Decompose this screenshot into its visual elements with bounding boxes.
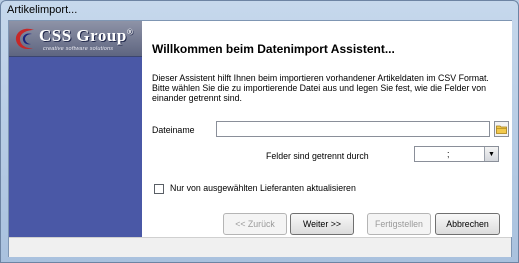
logo-wordmark: CSS Group® bbox=[39, 26, 134, 45]
title-bar[interactable]: Artikelimport... bbox=[1, 1, 518, 20]
wizard-content: Willkommen beim Datenimport Assistent...… bbox=[142, 21, 512, 237]
supplier-filter-label[interactable]: Nur von ausgewählten Lieferanten aktuali… bbox=[170, 183, 356, 193]
cancel-button[interactable]: Abbrechen bbox=[435, 213, 500, 235]
back-button[interactable]: << Zurück bbox=[223, 213, 287, 235]
window-title: Artikelimport... bbox=[7, 4, 78, 16]
css-group-logo: CSS Group® creative software solutions bbox=[9, 21, 142, 57]
separator-value: ; bbox=[447, 149, 450, 159]
finish-button[interactable]: Fertigstellen bbox=[367, 213, 431, 235]
separator-dropdown[interactable]: ; ▼ bbox=[414, 146, 499, 162]
folder-icon[interactable] bbox=[494, 121, 509, 137]
chevron-down-icon[interactable]: ▼ bbox=[484, 147, 498, 161]
wizard-side-panel: CSS Group® creative software solutions bbox=[9, 21, 142, 237]
filename-input[interactable] bbox=[216, 121, 490, 137]
next-button[interactable]: Weiter >> bbox=[290, 213, 354, 235]
css-group-logo-icon bbox=[15, 28, 34, 50]
wizard-heading: Willkommen beim Datenimport Assistent... bbox=[152, 42, 395, 56]
button-bar bbox=[9, 237, 511, 257]
import-wizard-window: Artikelimport... CSS Group® creative sof… bbox=[0, 0, 519, 263]
logo-tagline: creative software solutions bbox=[43, 46, 114, 52]
separator-label: Felder sind getrennt durch bbox=[266, 151, 369, 161]
filename-label: Dateiname bbox=[152, 125, 195, 135]
wizard-intro-text: Dieser Assistent hilft Ihnen beim import… bbox=[152, 73, 489, 104]
supplier-filter-checkbox[interactable] bbox=[154, 184, 164, 194]
